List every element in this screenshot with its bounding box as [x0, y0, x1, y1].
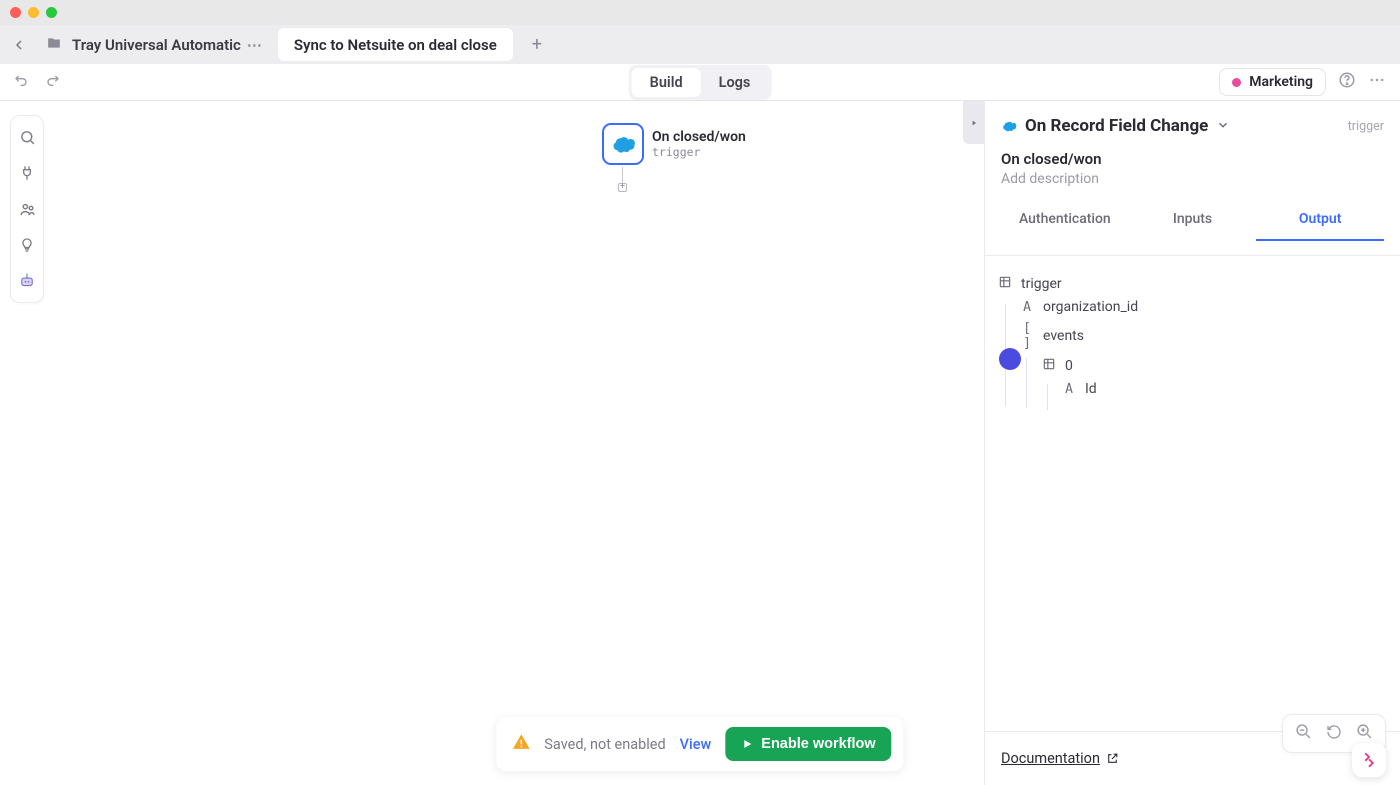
zoom-out-button[interactable]	[1295, 723, 1312, 744]
left-dock	[10, 115, 44, 303]
panel-title: On Record Field Change	[1025, 116, 1208, 136]
tab-workflow[interactable]: Sync to Netsuite on deal close	[278, 28, 513, 61]
tree-row-events[interactable]: [ ] events	[997, 318, 1388, 354]
array-icon: [ ]	[1019, 321, 1035, 351]
tree-label: events	[1043, 328, 1084, 344]
canvas-area[interactable]: On closed/won trigger + On Record Field …	[0, 101, 1400, 785]
view-link[interactable]: View	[680, 736, 712, 753]
object-icon	[1041, 357, 1057, 375]
trigger-node-labels: On closed/won trigger	[652, 129, 746, 159]
brand-fab[interactable]	[1352, 743, 1386, 777]
tab-inputs-label: Inputs	[1173, 211, 1212, 227]
panel-kind-label: trigger	[1348, 119, 1384, 134]
trigger-node-card[interactable]	[602, 123, 644, 165]
tab-workflow-label: Sync to Netsuite on deal close	[294, 36, 497, 54]
documentation-label: Documentation	[1001, 750, 1100, 767]
tab-project[interactable]: Tray Universal Automatic ⋯	[36, 30, 272, 60]
tree-label: trigger	[1021, 276, 1062, 292]
play-icon	[741, 738, 753, 750]
panel-tabs: Authentication Inputs Output	[1001, 201, 1384, 241]
tree-label: 0	[1065, 358, 1073, 374]
search-button[interactable]	[16, 126, 38, 148]
view-build-label: Build	[650, 74, 683, 91]
add-step-button[interactable]: +	[618, 183, 627, 192]
enable-workflow-button[interactable]: Enable workflow	[725, 727, 891, 761]
status-text: Saved, not enabled	[544, 736, 665, 753]
folder-icon	[46, 36, 62, 54]
minimize-window[interactable]	[28, 7, 39, 18]
tree-row-trigger[interactable]: trigger	[997, 272, 1388, 296]
ai-assistant-button[interactable]	[16, 270, 38, 292]
profile-chip[interactable]: Marketing	[1219, 68, 1326, 96]
more-menu[interactable]	[1368, 71, 1386, 93]
panel-subtitle: On closed/won	[1001, 150, 1384, 168]
toolbar: Build Logs Marketing	[0, 64, 1400, 101]
tab-authentication-label: Authentication	[1019, 211, 1111, 227]
trigger-node-title: On closed/won	[652, 129, 746, 145]
string-icon: A	[1061, 382, 1077, 397]
tree-guide-line	[1047, 384, 1048, 410]
tree-row-zero[interactable]: 0	[997, 354, 1388, 378]
collaborators-button[interactable]	[16, 198, 38, 220]
properties-panel: On Record Field Change trigger On closed…	[984, 101, 1400, 785]
tab-inputs[interactable]: Inputs	[1129, 201, 1257, 241]
salesforce-icon	[1001, 120, 1017, 132]
tab-output[interactable]: Output	[1256, 201, 1384, 241]
panel-collapse-handle[interactable]	[963, 101, 984, 144]
tab-authentication[interactable]: Authentication	[1001, 201, 1129, 241]
panel-header: On Record Field Change trigger On closed…	[985, 101, 1400, 256]
redo-button[interactable]	[44, 72, 60, 92]
panel-body: trigger A organization_id [ ] events 0 A…	[985, 256, 1400, 731]
profile-label: Marketing	[1249, 74, 1313, 90]
view-logs[interactable]: Logs	[701, 68, 769, 97]
help-button[interactable]	[1338, 71, 1356, 93]
add-tab-button[interactable]: +	[527, 35, 547, 55]
string-icon: A	[1019, 300, 1035, 315]
tree-row-organization-id[interactable]: A organization_id	[997, 296, 1388, 318]
tree-row-id[interactable]: A Id	[997, 378, 1388, 400]
tab-project-label: Tray Universal Automatic	[72, 36, 241, 54]
object-icon	[997, 275, 1013, 293]
tab-project-more[interactable]: ⋯	[247, 36, 262, 54]
tree-label: Id	[1085, 381, 1097, 397]
tab-bar: Tray Universal Automatic ⋯ Sync to Netsu…	[0, 25, 1400, 64]
profile-dot-icon	[1232, 78, 1241, 87]
status-bar: Saved, not enabled View Enable workflow	[496, 717, 903, 771]
panel-title-group[interactable]: On Record Field Change	[1001, 116, 1230, 136]
node-connector-line	[622, 167, 623, 183]
enable-workflow-label: Enable workflow	[761, 736, 875, 752]
panel-add-description[interactable]: Add description	[1001, 171, 1384, 187]
tips-button[interactable]	[16, 234, 38, 256]
tab-output-label: Output	[1299, 211, 1342, 227]
tree-label: organization_id	[1043, 299, 1138, 315]
back-button[interactable]	[8, 34, 30, 56]
trigger-node-subtitle: trigger	[652, 145, 746, 159]
tree-guide-line	[1026, 358, 1027, 408]
view-switcher: Build Logs	[629, 65, 772, 100]
connectors-button[interactable]	[16, 162, 38, 184]
trigger-node[interactable]: On closed/won trigger	[602, 123, 746, 165]
output-tree: trigger A organization_id [ ] events 0 A…	[997, 272, 1388, 400]
zoom-in-button[interactable]	[1356, 723, 1373, 744]
warning-icon	[512, 733, 530, 755]
view-logs-label: Logs	[719, 74, 751, 91]
chevron-down-icon	[1216, 117, 1230, 136]
zoom-reset-button[interactable]	[1326, 724, 1342, 744]
undo-button[interactable]	[14, 72, 30, 92]
external-link-icon	[1106, 752, 1119, 765]
documentation-link[interactable]: Documentation	[1001, 750, 1119, 767]
drag-indicator[interactable]	[999, 348, 1021, 370]
close-window[interactable]	[10, 7, 21, 18]
maximize-window[interactable]	[46, 7, 57, 18]
view-build[interactable]: Build	[632, 68, 701, 97]
salesforce-icon	[610, 135, 636, 153]
window-titlebar	[0, 0, 1400, 25]
